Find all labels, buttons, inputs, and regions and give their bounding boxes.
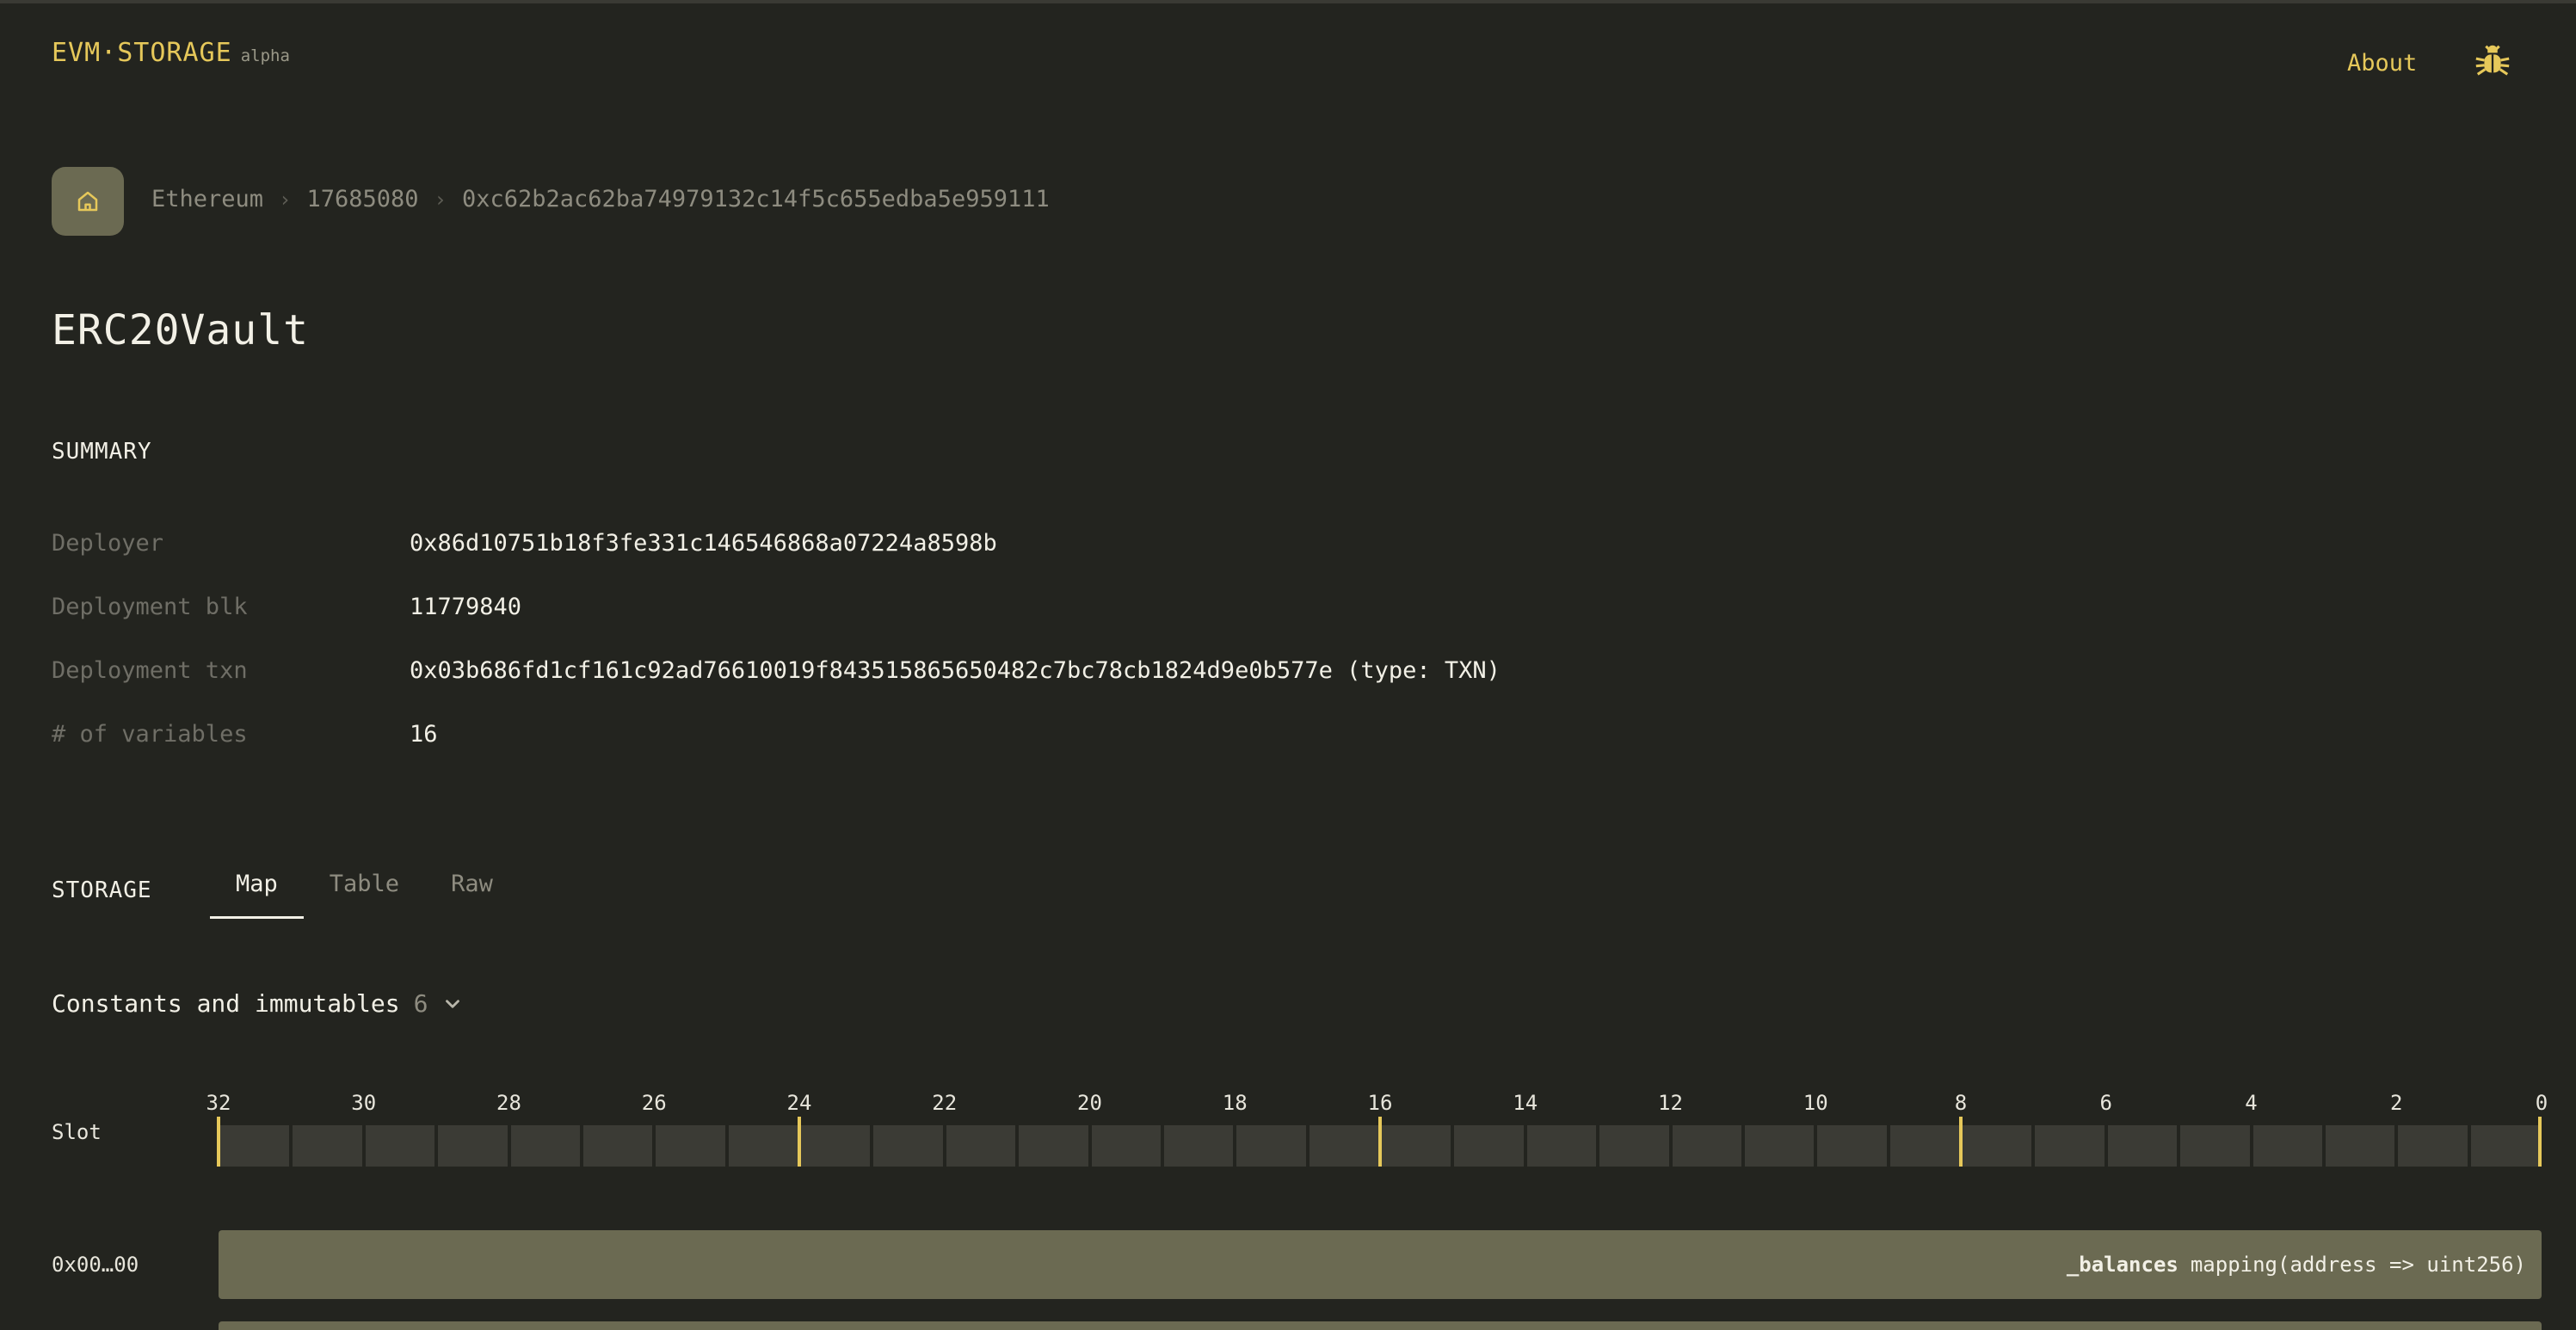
variable-name: _balances (2066, 1253, 2179, 1277)
constants-label: Constants and immutables (52, 989, 400, 1018)
slot-byte-cell (1382, 1125, 1451, 1167)
summary-label: Deployment blk (52, 594, 248, 620)
slot-byte-cell (2325, 1125, 2395, 1167)
slot-tick-label: 8 (1954, 1091, 1968, 1115)
slot-byte-cell (1091, 1125, 1161, 1167)
slot-byte-cell (438, 1125, 508, 1167)
slot-byte-cell (1817, 1125, 1887, 1167)
slot-byte-ticks: 32 30 28 26 24 22 20 18 16 14 12 10 8 6 4 2 0 (206, 1091, 2548, 1117)
slot-tick-label: 26 (641, 1091, 667, 1115)
tab-table[interactable]: Table (304, 871, 425, 919)
slot-byte-cell (510, 1125, 580, 1167)
slot-tick-label: 16 (1367, 1091, 1393, 1115)
slot-byte-cell (365, 1125, 435, 1167)
variable-count: 16 (410, 721, 438, 748)
slot-byte-cell (1599, 1125, 1669, 1167)
summary-label: Deployer (52, 530, 164, 557)
slot-byte-cell (2470, 1125, 2540, 1167)
deployment-block[interactable]: 11779840 (410, 594, 521, 620)
deployer-address[interactable]: 0x86d10751b18f3fe331c146546868a07224a859… (410, 530, 997, 557)
slot-tick-label: 32 (206, 1091, 231, 1115)
slot-byte-cell (1309, 1125, 1378, 1167)
tab-raw[interactable]: Raw (425, 871, 519, 919)
chevron-right-icon: › (279, 187, 292, 212)
window-top-border (0, 0, 2576, 3)
chevron-down-icon (446, 999, 460, 1008)
slot-byte-cell (1526, 1125, 1597, 1167)
slot-tick-label: 18 (1222, 1091, 1248, 1115)
slot-tick-label: 10 (1803, 1091, 1828, 1115)
summary-heading: SUMMARY (52, 439, 152, 465)
breadcrumb-chain[interactable]: Ethereum (151, 186, 263, 212)
storage-tabs: Map Table Raw (210, 871, 519, 919)
slot-byte-cell (728, 1125, 798, 1167)
slot-byte-cell (1019, 1125, 1088, 1167)
slot-byte-marker (1378, 1117, 1382, 1167)
bug-icon[interactable] (2473, 41, 2512, 81)
slot-byte-cell (873, 1125, 943, 1167)
slot-tick-label: 4 (2245, 1091, 2258, 1115)
slot-byte-cell (1889, 1125, 1959, 1167)
slot-byte-cell (582, 1125, 653, 1167)
summary-label: Deployment txn (52, 657, 248, 684)
slot-axis-label: Slot (52, 1120, 102, 1144)
constants-count: 6 (413, 989, 428, 1018)
variable-bar-next[interactable] (219, 1321, 2542, 1330)
brand-name: EVM·STORAGE (52, 38, 232, 68)
tab-map[interactable]: Map (210, 871, 304, 919)
breadcrumb: Ethereum › 17685080 › 0xc62b2ac62ba74979… (151, 186, 1050, 212)
slot-byte-cell (1236, 1125, 1306, 1167)
slot-tick-label: 0 (2535, 1091, 2548, 1115)
slot-byte-cell (656, 1125, 725, 1167)
summary-label: # of variables (52, 721, 248, 748)
slot-byte-cell (1163, 1125, 1234, 1167)
brand-badge: alpha (240, 46, 290, 65)
slot-tick-label: 24 (786, 1091, 812, 1115)
slot-byte-cell (293, 1125, 362, 1167)
chevron-right-icon: › (434, 187, 447, 212)
slot-byte-cell (2252, 1125, 2322, 1167)
slot-byte-cell (801, 1125, 871, 1167)
slot-byte-cell (1963, 1125, 2032, 1167)
storage-heading: STORAGE (52, 877, 152, 903)
slot-tick-label: 22 (932, 1091, 958, 1115)
slot-byte-marker (798, 1117, 801, 1167)
slot-tick-label: 14 (1513, 1091, 1538, 1115)
deployment-txn[interactable]: 0x03b686fd1cf161c92ad76610019f8435158656… (410, 657, 1501, 684)
slot-byte-cell (2107, 1125, 2178, 1167)
slot-byte-cell (2035, 1125, 2105, 1167)
breadcrumb-address[interactable]: 0xc62b2ac62ba74979132c14f5c655edba5e9591… (462, 186, 1050, 212)
slot-byte-cell (1454, 1125, 1524, 1167)
home-icon (77, 191, 98, 212)
slot-byte-cell (1744, 1125, 1815, 1167)
slot-byte-marker (2538, 1117, 2542, 1167)
variable-bar[interactable]: _balances mapping(address => uint256) (219, 1230, 2542, 1299)
slot-tick-label: 12 (1658, 1091, 1683, 1115)
slot-row-label: 0x00…00 (52, 1253, 139, 1277)
slot-byte-cell (1672, 1125, 1741, 1167)
brand-logo[interactable]: EVM·STORAGE alpha (52, 38, 290, 68)
slot-tick-label: 30 (351, 1091, 377, 1115)
slot-byte-cell (2398, 1125, 2468, 1167)
slot-byte-marker (217, 1117, 220, 1167)
constants-toggle[interactable]: Constants and immutables 6 (52, 989, 464, 1018)
slot-tick-label: 2 (2390, 1091, 2403, 1115)
slot-byte-cell (946, 1125, 1016, 1167)
slot-byte-marker (1959, 1117, 1963, 1167)
slot-byte-cell (220, 1125, 290, 1167)
home-button[interactable] (52, 167, 124, 236)
slot-tick-label: 28 (496, 1091, 521, 1115)
page-title: ERC20Vault (52, 306, 309, 354)
variable-type: mapping(address => uint256) (2190, 1253, 2526, 1277)
slot-tick-label: 6 (2099, 1091, 2112, 1115)
slot-byte-cell (2180, 1125, 2250, 1167)
slot-tick-label: 20 (1077, 1091, 1102, 1115)
about-link[interactable]: About (2347, 50, 2417, 77)
breadcrumb-block[interactable]: 17685080 (307, 186, 419, 212)
